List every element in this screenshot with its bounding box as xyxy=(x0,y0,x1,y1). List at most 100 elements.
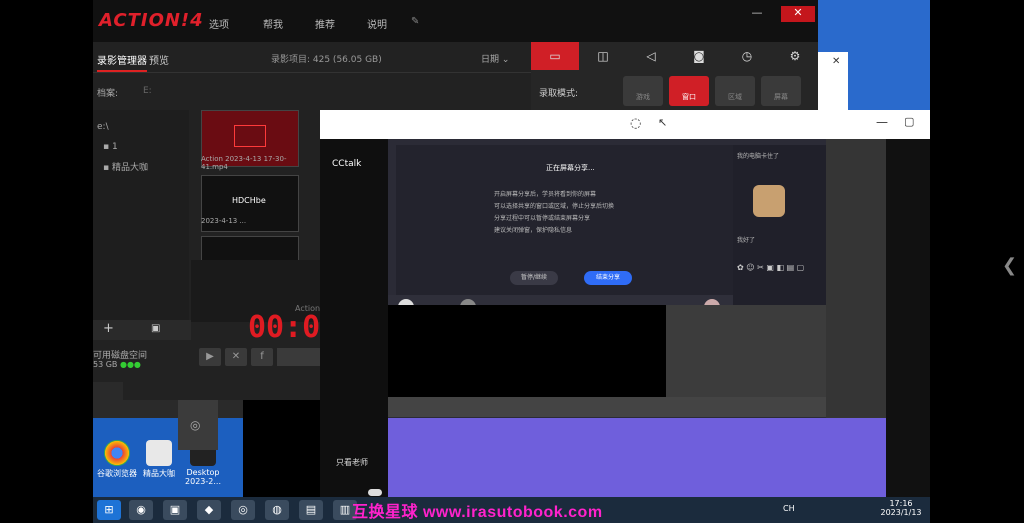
menu-item-options[interactable]: 选项 xyxy=(209,16,229,31)
mode-game[interactable]: 游戏 xyxy=(623,76,663,106)
app-taskbar-icon[interactable]: ▤ xyxy=(299,500,323,520)
desktop-icon-chrome[interactable]: 谷歌浏览器 xyxy=(97,440,137,479)
folder-open-icon[interactable]: ▣ xyxy=(151,323,160,334)
folder-tree: e:\ ▪ 1 ▪ 精品大咖 xyxy=(93,110,189,320)
desktop-background: 谷歌浏览器 精品大咖 Desktop 2023-2... xyxy=(93,400,243,497)
only-teacher-toggle[interactable] xyxy=(368,489,382,496)
video-area xyxy=(388,305,666,397)
status-dots: ●●● xyxy=(119,360,141,369)
monitor-icon xyxy=(234,125,266,147)
clock-time: 17:16 xyxy=(889,499,913,508)
divider xyxy=(93,72,531,73)
maximize-icon[interactable]: ▢ xyxy=(904,115,914,128)
sort-select[interactable]: 日期 ⌄ xyxy=(481,52,509,65)
recording-info: 录影项目: 425 (56.05 GB) xyxy=(271,55,382,65)
chat-message-2: 我好了 xyxy=(737,237,756,244)
minimize-icon[interactable]: — xyxy=(876,115,888,129)
folder-icon: ▪ xyxy=(103,142,110,152)
tab-timer[interactable]: ◷ xyxy=(723,42,771,70)
cctalk-brand: CCtalk xyxy=(332,159,362,169)
app-taskbar-icon[interactable]: ◆ xyxy=(197,500,221,520)
shared-screen: 正在屏幕分享... 开启屏幕分享后，学员将看到你的屏幕 可以选择共享的窗口或区域… xyxy=(388,139,886,447)
desktop-icon-folder[interactable]: 精品大咖 xyxy=(139,440,179,479)
tip-1: 开启屏幕分享后，学员将看到你的屏幕 xyxy=(494,191,597,198)
play-button[interactable]: ▶ xyxy=(199,348,221,366)
chat-message-1: 我的电脑卡住了 xyxy=(737,153,780,160)
desktop-strip xyxy=(93,382,123,400)
tab-settings[interactable]: ⚙ xyxy=(771,42,819,70)
folder-value[interactable]: E: xyxy=(143,86,152,96)
cctalk-titlebar: ◌ ↖ — ▢ xyxy=(320,110,930,139)
purple-area xyxy=(388,418,886,500)
tip-3: 分享过程中可以暂停或结束屏幕分享 xyxy=(494,215,591,222)
menu-item-about[interactable]: 说明 xyxy=(367,16,387,31)
app-taskbar-icon[interactable]: ◎ xyxy=(231,500,255,520)
app-taskbar-icon[interactable]: ▣ xyxy=(163,500,187,520)
document-icon xyxy=(146,440,172,466)
pause-share-button[interactable]: 暂停/继续 xyxy=(510,271,558,285)
tree-item-root[interactable]: e:\ xyxy=(97,122,109,132)
tree-toolbar: + ▣ xyxy=(93,320,191,340)
editor-canvas xyxy=(666,305,826,397)
thumbnail-1-label: Action 2023-4-13 17-30-41.mp4 xyxy=(201,155,287,171)
mode-window[interactable]: 窗口 xyxy=(669,76,709,106)
tree-item-1[interactable]: ▪ 1 xyxy=(103,142,118,152)
chat-sticker xyxy=(753,185,785,217)
folder-icon: ▪ xyxy=(103,163,110,173)
close-button[interactable]: ✕ xyxy=(781,6,815,22)
app-taskbar-icon[interactable]: ◍ xyxy=(265,500,289,520)
chrome-taskbar-icon[interactable]: ◉ xyxy=(129,500,153,520)
settings-icon: ◎ xyxy=(190,418,201,432)
sharing-title: 正在屏幕分享... xyxy=(546,164,595,172)
chat-toolbar[interactable]: ✿ ☺ ✂ ▣ ◧ ▤ ▢ xyxy=(737,263,804,272)
cctalk-window: ◌ ↖ — ▢ CCtalk 只看老师 正在屏幕分享... 开启屏幕分享后，学员… xyxy=(320,110,930,500)
thumbnail-2-label: 2023-4-13 ... xyxy=(201,217,247,225)
tree-item-2[interactable]: ▪ 精品大咖 xyxy=(103,160,148,173)
editor-panel xyxy=(826,139,886,447)
tab-screenshot[interactable]: ◙ xyxy=(675,42,723,70)
tab-audio[interactable]: ◁ xyxy=(627,42,675,70)
close-icon[interactable]: ✕ xyxy=(832,56,840,67)
editor-timeline xyxy=(388,397,826,417)
mode-label: 录取模式: xyxy=(539,89,579,99)
dialog-fragment: ✕ xyxy=(818,52,848,110)
tip-2: 可以选择共享的窗口或区域，停止分享后切换 xyxy=(494,203,615,210)
screen-share-dialog: 正在屏幕分享... 开启屏幕分享后，学员将看到你的屏幕 可以选择共享的窗口或区域… xyxy=(396,145,736,295)
cursor-icon: ↖ xyxy=(658,116,668,129)
action-small-label: Action xyxy=(295,304,321,313)
clock[interactable]: 17:16 2023/1/13 xyxy=(878,499,924,517)
watermark: 互换星球 www.irasutobook.com xyxy=(352,504,603,521)
tab-video[interactable]: ▭ xyxy=(531,42,579,70)
drive-size: 53 GB ●●● xyxy=(93,360,141,369)
action-titlebar: ACTION!4 选项 帮我 推荐 说明 ✎ — ✕ xyxy=(93,0,818,42)
tab-live[interactable]: ◫ xyxy=(579,42,627,70)
only-teacher-label: 只看老师 xyxy=(336,458,368,467)
chrome-icon xyxy=(104,440,130,466)
start-icon[interactable]: ⊞ xyxy=(97,500,121,520)
chevron-left-icon[interactable]: ❮ xyxy=(1002,255,1017,276)
refresh-icon[interactable]: ◌ xyxy=(630,116,641,131)
input-method[interactable]: CH xyxy=(783,504,795,513)
app-logo: ACTION!4 xyxy=(99,10,204,31)
hover-preview: ◎ xyxy=(178,400,218,450)
chat-panel: 我的电脑卡住了 我好了 ✿ ☺ ✂ ▣ ◧ ▤ ▢ xyxy=(733,145,826,305)
mode-screen[interactable]: 屏幕 xyxy=(761,76,801,106)
stop-share-button[interactable]: 结束分享 xyxy=(584,271,632,285)
thumbnail-2-text: HDCHbe xyxy=(232,196,266,205)
menu-item-recommend[interactable]: 推荐 xyxy=(315,16,335,31)
brush-icon[interactable]: ✎ xyxy=(411,16,419,27)
chevron-down-icon: ⌄ xyxy=(501,55,510,65)
folder-label: 档案: xyxy=(97,89,119,99)
add-icon[interactable]: + xyxy=(103,321,114,336)
mode-region[interactable]: 区域 xyxy=(715,76,755,106)
tab-preview[interactable]: 预览 xyxy=(149,52,169,67)
cctalk-sidebar: CCtalk 只看老师 xyxy=(320,139,388,500)
facebook-button[interactable]: f xyxy=(251,348,273,366)
delete-button[interactable]: ✕ xyxy=(225,348,247,366)
tip-4: 建议关闭弹窗，保护隐私信息 xyxy=(494,227,573,234)
thumbnail-3[interactable] xyxy=(201,236,299,263)
minimize-button[interactable]: — xyxy=(743,6,771,22)
tab-recordings[interactable]: 录影管理器 xyxy=(97,52,147,72)
menu-item-help[interactable]: 帮我 xyxy=(263,16,283,31)
clock-date: 2023/1/13 xyxy=(880,508,922,517)
